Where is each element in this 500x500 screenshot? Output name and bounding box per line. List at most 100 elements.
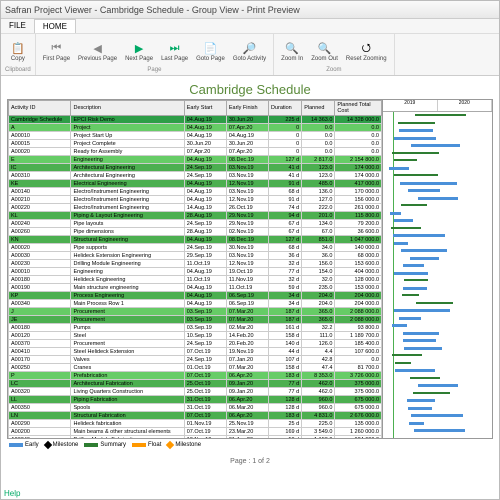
table-row[interactable]: KEElectrical Engineering04.Aug.1912.Nov.… <box>9 180 382 188</box>
gantt-bar[interactable] <box>403 264 424 267</box>
col-header[interactable]: Duration <box>268 101 301 116</box>
gantt-bar[interactable] <box>410 377 439 379</box>
table-row[interactable]: A00190Main structure engineering04.Aug.1… <box>9 284 382 292</box>
gantt-bar[interactable] <box>413 392 450 394</box>
gantt-bar[interactable] <box>408 407 432 410</box>
next-page-button[interactable]: ▶Next Page <box>122 41 156 63</box>
gantt-bar[interactable] <box>394 159 417 161</box>
table-row[interactable]: AProject04.Aug.1907.Apr.2000.00.0 <box>9 124 382 132</box>
gantt-bar[interactable] <box>411 414 462 417</box>
reset-zoom-button[interactable]: ⭯Reset Zooming <box>343 41 390 63</box>
gantt-bar[interactable] <box>408 189 441 192</box>
help-button[interactable]: Help <box>4 489 20 498</box>
table-row[interactable]: A00170Valves24.Sep.1907.Jan.20107 d42.80… <box>9 356 382 364</box>
gantt-bar[interactable] <box>403 339 436 342</box>
gantt-bar[interactable] <box>418 384 459 387</box>
table-row[interactable]: A00010Project Start Up04.Aug.1904.Aug.19… <box>9 132 382 140</box>
gantt-bar[interactable] <box>415 114 466 116</box>
first-page-button[interactable]: ⏮First Page <box>40 41 73 63</box>
gantt-bar[interactable] <box>403 332 439 335</box>
gantt-bar[interactable] <box>401 204 427 206</box>
gantt-bar[interactable] <box>399 129 433 132</box>
col-header[interactable]: Description <box>71 101 184 116</box>
gantt-bar[interactable] <box>393 234 445 237</box>
gantt-bar[interactable] <box>392 152 439 154</box>
gantt-bar[interactable] <box>394 272 428 275</box>
menu-file[interactable]: FILE <box>1 19 34 33</box>
gantt-bar[interactable] <box>394 309 450 312</box>
gantt-bar[interactable] <box>395 362 411 364</box>
table-row[interactable]: A00200Main beams & other structural elem… <box>9 428 382 436</box>
table-row[interactable]: JEProcurement03.Sep.1907.Mar.20187 d365.… <box>9 316 382 324</box>
gantt-bar[interactable] <box>401 249 448 252</box>
table-row[interactable]: EEngineering04.Aug.1908.Dec.19127 d2 817… <box>9 156 382 164</box>
gantt-bar[interactable] <box>392 324 407 327</box>
schedule-table-wrap[interactable]: Activity IDDescriptionEarly StartEarly F… <box>8 100 382 438</box>
table-row[interactable]: A00140Electro/Instrument Engineering04.A… <box>9 188 382 196</box>
prev-page-button[interactable]: ◀Previous Page <box>75 41 120 63</box>
gantt-bar[interactable] <box>394 137 436 140</box>
zoom-in-button[interactable]: 🔍Zoom In <box>278 41 306 63</box>
menu-home[interactable]: HOME <box>34 19 76 33</box>
table-row[interactable]: JProcurement03.Sep.1907.Mar.20187 d365.0… <box>9 308 382 316</box>
table-row[interactable]: ICArchitectural Engineering24.Sep.1903.N… <box>9 164 382 172</box>
table-row[interactable]: A00250Cranes01.Oct.1907.Mar.20158 d47.48… <box>9 364 382 372</box>
gantt-bar[interactable] <box>414 429 466 432</box>
table-row[interactable]: A00340Main Process Row 104.Aug.1906.Sep.… <box>9 300 382 308</box>
goto-activity-button[interactable]: 🔎Goto Activity <box>230 41 269 63</box>
table-row[interactable]: A00240Pipe layouts24.Sep.1929.Nov.1967 d… <box>9 220 382 228</box>
table-row[interactable]: A00210Electro/Instrument Engineering04.A… <box>9 196 382 204</box>
table-row[interactable]: A00350Spools31.Oct.1906.Mar.20128 d960.0… <box>9 404 382 412</box>
gantt-bar[interactable] <box>403 287 427 290</box>
table-row[interactable]: A00370Procurement24.Sep.1920.Feb.20140 d… <box>9 340 382 348</box>
table-row[interactable]: A00410Steel Helideck Extension07.Oct.191… <box>9 348 382 356</box>
table-row[interactable]: A00260Pipe dimensions28.Aug.1902.Nov.196… <box>9 228 382 236</box>
table-row[interactable]: KLPiping & Layout Engineering28.Aug.1929… <box>9 212 382 220</box>
table-row[interactable]: A00180Helideck Engineering11.Oct.1911.No… <box>9 276 382 284</box>
table-row[interactable]: A00020Ready for Assembly07.Apr.2007.Apr.… <box>9 148 382 156</box>
gantt-bar[interactable] <box>404 347 441 350</box>
gantt-bar[interactable] <box>409 422 423 425</box>
zoom-out-button[interactable]: 🔍Zoom Out <box>308 41 341 63</box>
gantt-bar[interactable] <box>399 317 422 320</box>
copy-button[interactable]: 📋 Copy <box>8 41 28 63</box>
table-row[interactable]: PPrefabrication07.Oct.1906.Apr.20183 d8 … <box>9 372 382 380</box>
gantt-chart[interactable]: 2019 2020 <box>382 100 492 438</box>
gantt-bar[interactable] <box>390 212 400 215</box>
table-row[interactable]: A00340Drilling Module Fabrication13.Nov.… <box>9 436 382 439</box>
table-row[interactable]: LNStructural Fabrication07.Oct.1906.Apr.… <box>9 412 382 420</box>
col-header[interactable]: Planned <box>302 101 335 116</box>
table-row[interactable]: A00030Helideck Extension Engineering29.S… <box>9 252 382 260</box>
table-row[interactable]: A00010Engineering04.Aug.1919.Oct.1977 d1… <box>9 268 382 276</box>
gantt-bar[interactable] <box>400 182 457 185</box>
gantt-bar[interactable] <box>394 242 408 245</box>
table-row[interactable]: A00320Living Quarters Construction25.Oct… <box>9 388 382 396</box>
table-row[interactable]: A00310Architectural Engineering24.Sep.19… <box>9 172 382 180</box>
table-row[interactable]: Cambridge ScheduleEPCI Risk Demo04.Aug.1… <box>9 116 382 124</box>
gantt-bar[interactable] <box>389 167 409 170</box>
table-row[interactable]: A00230Drilling Module Engineering11.Oct.… <box>9 260 382 268</box>
gantt-bar[interactable] <box>398 122 435 124</box>
col-header[interactable]: Planned Total Cost <box>335 101 382 116</box>
last-page-button[interactable]: ⏭Last Page <box>158 41 191 63</box>
table-row[interactable]: A00180Pumps03.Sep.1902.Mar.20161 d32.293… <box>9 324 382 332</box>
goto-page-button[interactable]: 📄Goto Page <box>193 41 228 63</box>
gantt-bar[interactable] <box>407 399 435 402</box>
col-header[interactable]: Early Finish <box>226 101 268 116</box>
gantt-bar[interactable] <box>392 354 422 356</box>
gantt-bar[interactable] <box>411 144 460 147</box>
gantt-bar[interactable] <box>395 369 435 372</box>
table-row[interactable]: LLPiping Fabrication31.Oct.1906.Apr.2012… <box>9 396 382 404</box>
table-row[interactable]: A00120Steel10.Sep.1914.Feb.20158 d111.01… <box>9 332 382 340</box>
table-row[interactable]: A00220Electro/Instrument Engineering14.A… <box>9 204 382 212</box>
table-row[interactable]: A00020Pipe supports24.Sep.1930.Nov.1968 … <box>9 244 382 252</box>
gantt-bar[interactable] <box>394 174 438 176</box>
table-row[interactable]: A00290Helideck fabrication01.Nov.1925.No… <box>9 420 382 428</box>
col-header[interactable]: Activity ID <box>9 101 71 116</box>
table-row[interactable]: KPProcess Engineering04.Aug.1906.Sep.193… <box>9 292 382 300</box>
table-row[interactable]: KNStructural Engineering04.Aug.1908.Dec.… <box>9 236 382 244</box>
col-header[interactable]: Early Start <box>184 101 226 116</box>
gantt-bar[interactable] <box>404 279 428 281</box>
gantt-bar[interactable] <box>394 219 413 222</box>
table-row[interactable]: LCArchitectural Fabrication25.Oct.1909.J… <box>9 380 382 388</box>
